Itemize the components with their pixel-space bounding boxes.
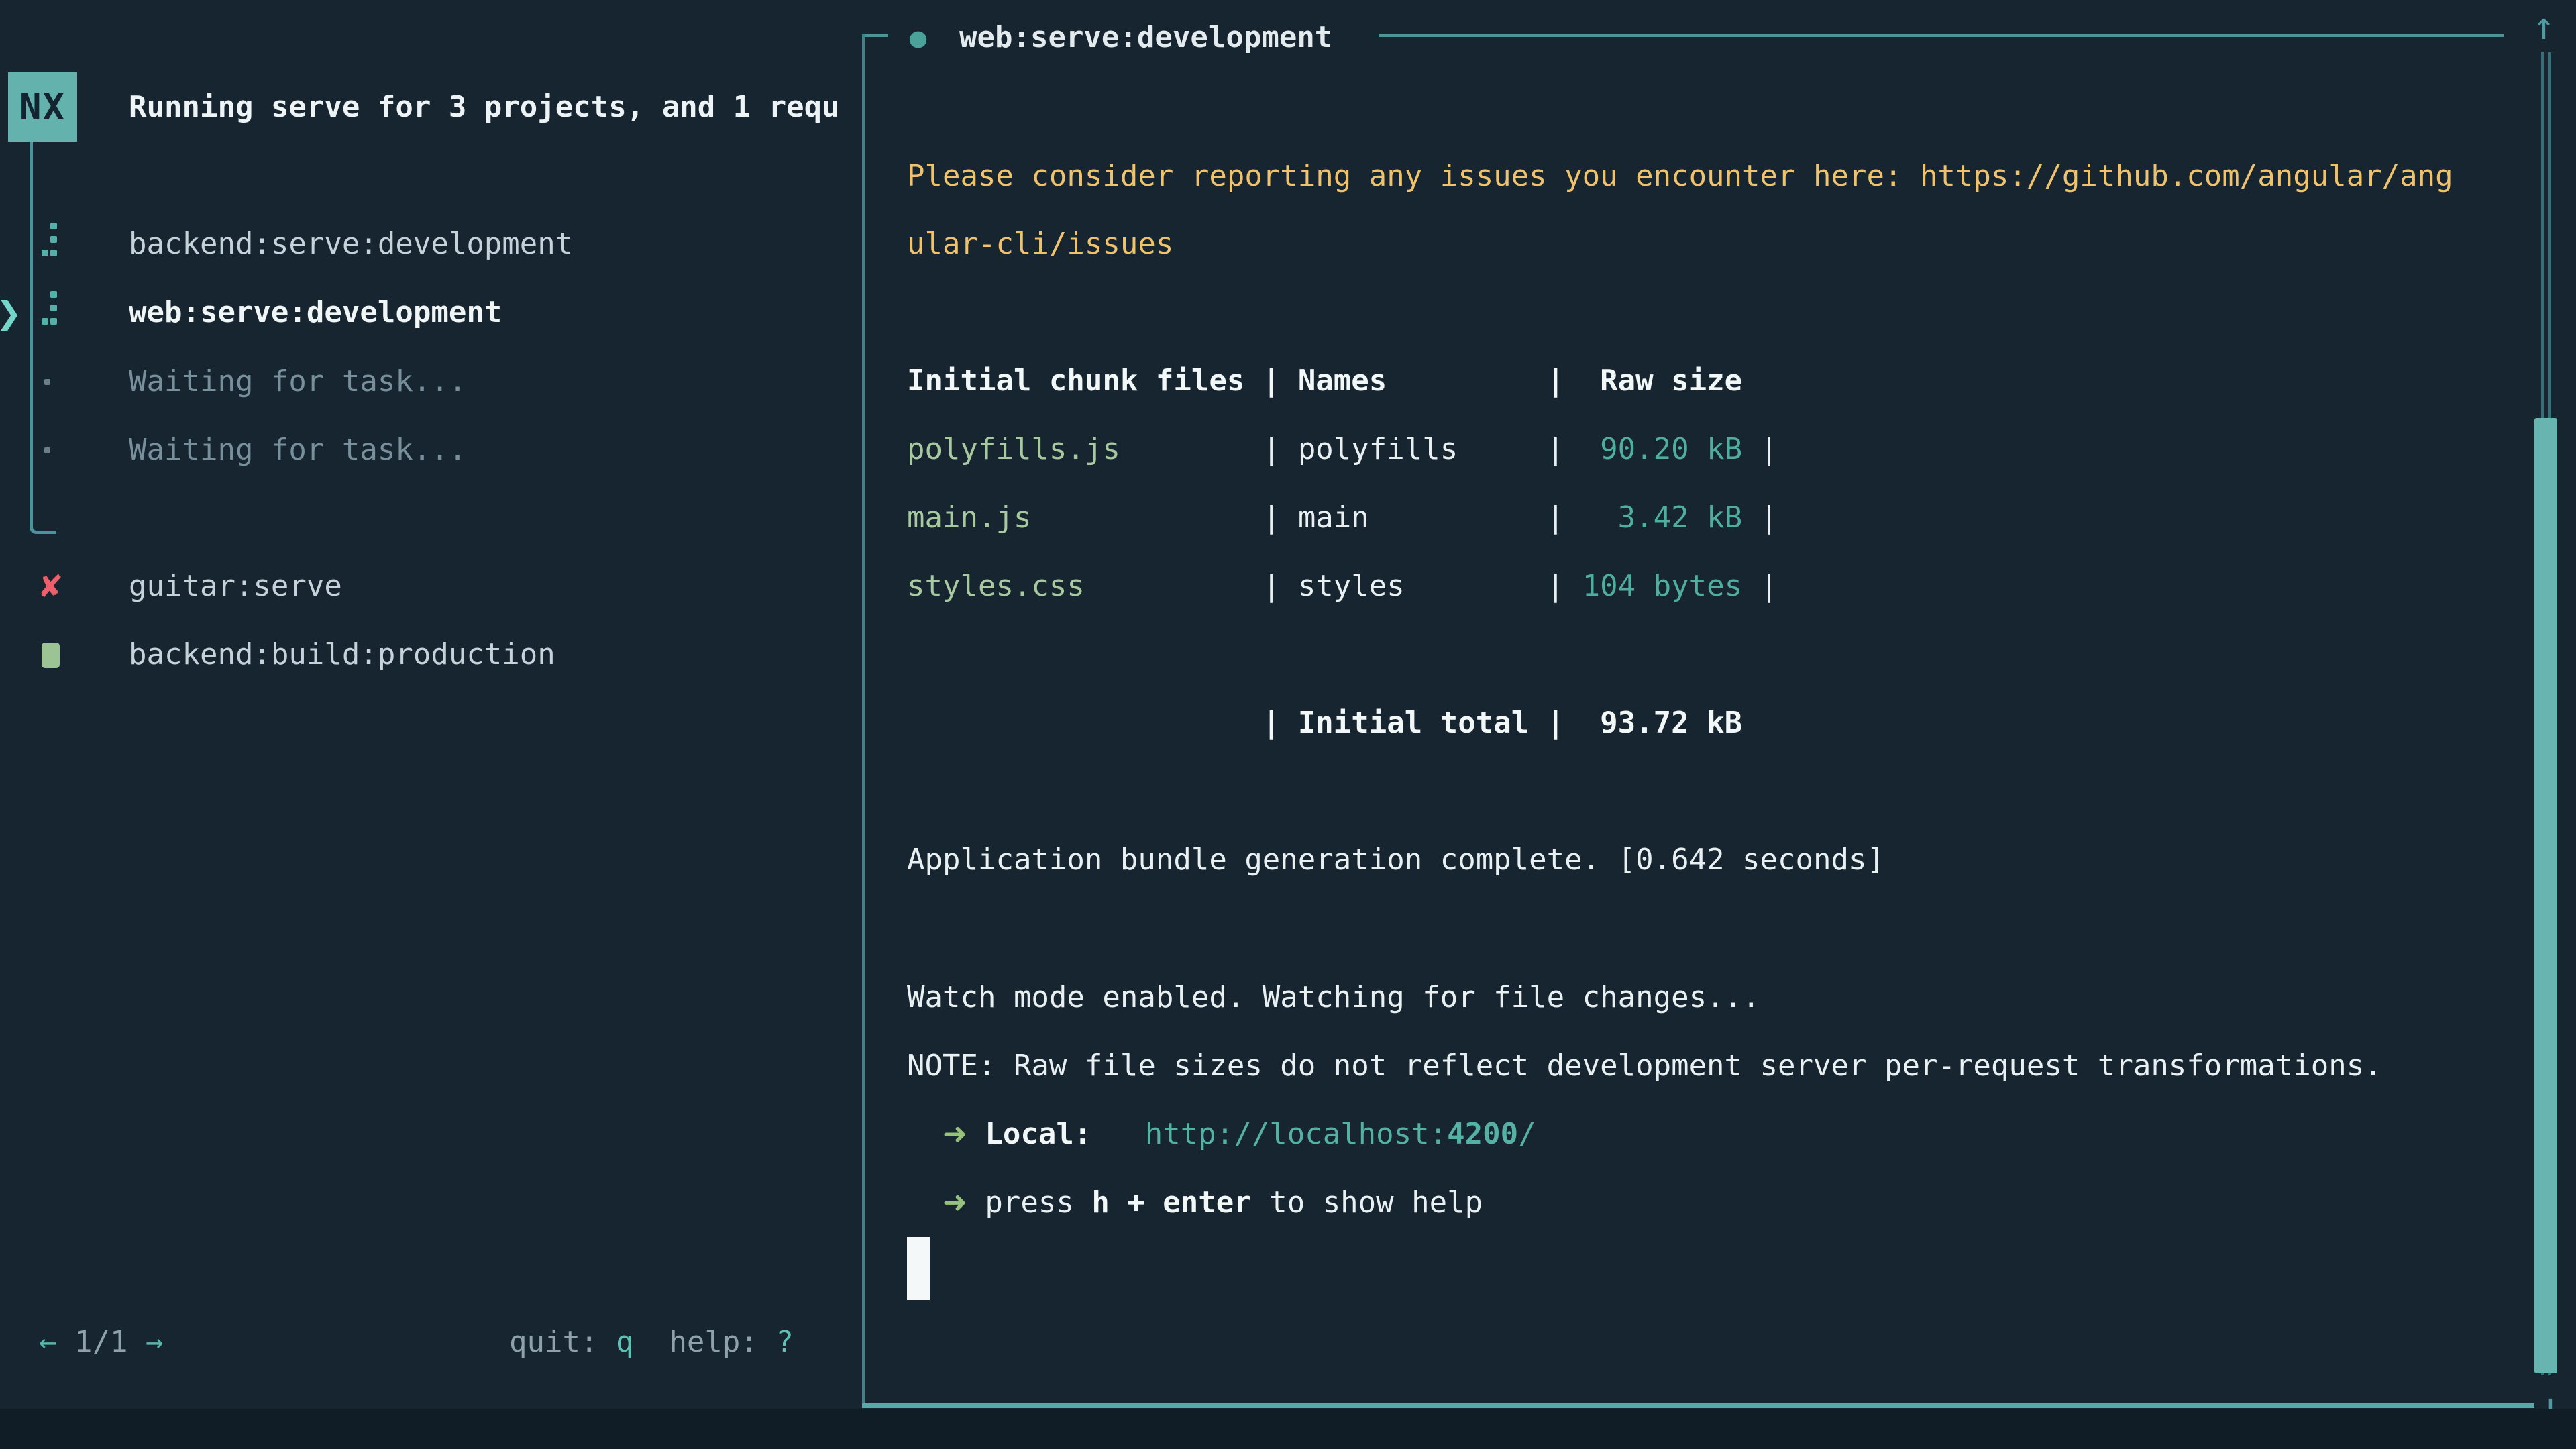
scrollbar-thumb[interactable] — [2534, 418, 2557, 1373]
help-arrow-icon: ➜ — [943, 1185, 967, 1220]
help-hint-keys: h + enter — [1091, 1185, 1251, 1220]
panel-title: web:serve:development — [959, 7, 1332, 68]
local-arrow-icon: ➜ — [943, 1117, 967, 1151]
watch-mode-message: Watch mode enabled. Watching for file ch… — [907, 967, 1760, 1028]
table-total-row: | Initial total | 93.72 kB — [907, 692, 1742, 754]
table-cell: Raw size — [1582, 364, 1742, 398]
table-row: polyfills.js | polyfills | 90.20 kB | — [907, 419, 1796, 480]
table-cell: Initial chunk files — [907, 364, 1244, 398]
page-prev-arrow-icon[interactable]: ← — [39, 1325, 57, 1359]
url-prefix: http://localhost: — [1145, 1117, 1447, 1151]
indent — [907, 1185, 943, 1220]
table-cell: | — [1742, 500, 1795, 535]
table-cell: 104 bytes — [1582, 569, 1742, 603]
nx-terminal-ui: NX Running serve for 3 projects, and 1 r… — [0, 0, 2576, 1449]
task-row[interactable]: Waiting for task... — [0, 351, 859, 413]
quit-key: q — [616, 1325, 634, 1359]
help-key: ? — [775, 1325, 794, 1359]
task-label: Waiting for task... — [129, 351, 466, 413]
bundle-complete-message: Application bundle generation complete. … — [907, 829, 1884, 891]
table-cell: | — [1742, 432, 1795, 466]
help-hint-line: ➜ press h + enter to show help — [907, 1172, 1483, 1234]
table-cell: | — [1529, 432, 1582, 466]
table-cell: | — [1244, 706, 1297, 740]
task-row[interactable]: backend:build:production — [0, 624, 859, 686]
help-hint-pre: press — [985, 1185, 1091, 1220]
table-row: main.js | main | 3.42 kB | — [907, 487, 1796, 549]
task-failed-icon: ✘ — [38, 555, 64, 617]
helpbar-separator — [633, 1325, 669, 1359]
raw-size-note: NOTE: Raw file sizes do not reflect deve… — [907, 1035, 2382, 1097]
task-label: web:serve:development — [129, 282, 502, 343]
gap — [1091, 1117, 1144, 1151]
panel-border — [862, 34, 865, 1406]
bottom-strip — [0, 1409, 2576, 1449]
task-row[interactable]: ❯ web:serve:development — [0, 282, 859, 343]
table-cell — [907, 706, 1244, 740]
task-label: backend:serve:development — [129, 213, 573, 275]
help-bar: quit: q help: ? — [509, 1311, 794, 1373]
gap — [967, 1185, 985, 1220]
table-cell: Initial total — [1298, 706, 1529, 740]
task-success-icon — [42, 643, 60, 668]
gap — [967, 1117, 985, 1151]
panel-border — [1379, 34, 2504, 37]
page-indicator: 1/1 — [57, 1325, 146, 1359]
table-cell: Names — [1298, 364, 1529, 398]
table-cell: | — [1244, 364, 1297, 398]
task-waiting-dot-icon — [44, 447, 50, 453]
table-cell: 3.42 kB — [1582, 500, 1742, 535]
url-port: 4200 — [1447, 1117, 1518, 1151]
task-waiting-dot-icon — [44, 379, 50, 385]
task-running-spinner-icon — [42, 291, 59, 326]
table-cell: polyfills.js — [907, 432, 1244, 466]
table-cell: 93.72 kB — [1582, 706, 1742, 740]
table-row: styles.css | styles | 104 bytes | — [907, 555, 1796, 617]
terminal-cursor — [907, 1237, 930, 1300]
table-cell: | — [1529, 569, 1582, 603]
page-next-arrow-icon[interactable]: → — [146, 1325, 164, 1359]
table-cell: styles.css — [907, 569, 1244, 603]
task-row[interactable]: backend:serve:development — [0, 213, 859, 275]
task-label: backend:build:production — [129, 624, 555, 686]
table-cell: | — [1742, 569, 1795, 603]
panel-border — [862, 1403, 2534, 1408]
help-label: help: — [669, 1325, 775, 1359]
local-server-line: ➜ Local: http://localhost:4200/ — [907, 1104, 1536, 1165]
table-cell: main — [1298, 500, 1529, 535]
local-server-url[interactable]: http://localhost:4200/ — [1145, 1117, 1536, 1151]
table-cell: 90.20 kB — [1582, 432, 1742, 466]
table-header-row: Initial chunk files | Names | Raw size — [907, 350, 1742, 412]
task-running-spinner-icon — [42, 223, 59, 258]
table-cell: main.js — [907, 500, 1244, 535]
table-cell: | — [1529, 364, 1582, 398]
task-row[interactable]: Waiting for task... — [0, 419, 859, 481]
panel-border — [862, 34, 888, 37]
table-cell: | — [1244, 500, 1297, 535]
table-cell: | — [1244, 432, 1297, 466]
task-label: Waiting for task... — [129, 419, 466, 481]
issue-notice-line2: ular-cli/issues — [907, 213, 1173, 275]
table-cell: polyfills — [1298, 432, 1529, 466]
table-cell: | — [1529, 706, 1582, 740]
selected-task-caret-icon: ❯ — [0, 282, 22, 343]
scroll-up-arrow-icon[interactable]: ↑ — [2524, 3, 2564, 50]
nx-logo-badge: NX — [8, 72, 77, 142]
table-cell: styles — [1298, 569, 1529, 603]
issue-notice-line1: Please consider reporting any issues you… — [907, 146, 2453, 207]
help-hint-post: to show help — [1252, 1185, 1483, 1220]
pagination: ← 1/1 → — [39, 1311, 163, 1373]
task-label: guitar:serve — [129, 555, 342, 617]
running-status-bullet-icon: ● — [910, 7, 926, 68]
app-title: Running serve for 3 projects, and 1 requ — [129, 76, 857, 138]
table-cell: | — [1529, 500, 1582, 535]
url-suffix: / — [1518, 1117, 1536, 1151]
quit-label: quit: — [509, 1325, 616, 1359]
local-label: Local: — [985, 1117, 1091, 1151]
task-row[interactable]: ✘ guitar:serve — [0, 555, 859, 617]
table-cell: | — [1244, 569, 1297, 603]
indent — [907, 1117, 943, 1151]
